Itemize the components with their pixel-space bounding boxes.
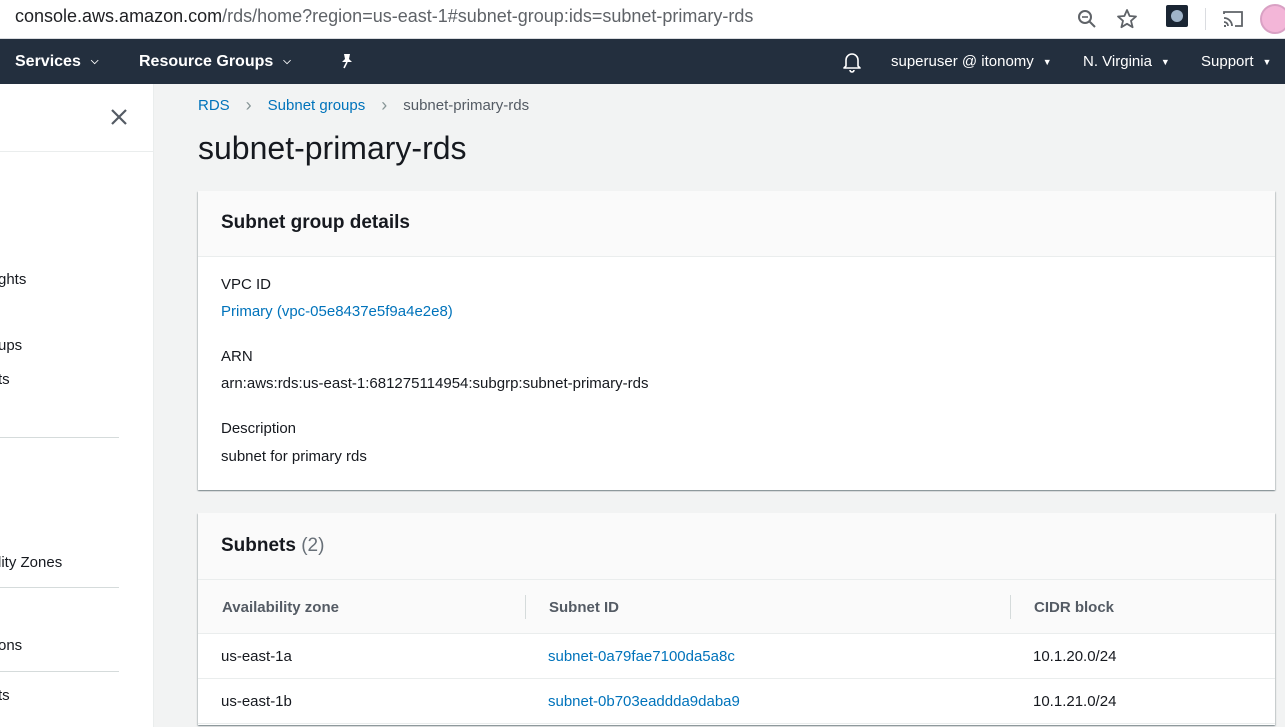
column-divider — [1010, 595, 1011, 619]
close-icon[interactable] — [108, 106, 130, 128]
sidebar-divider — [0, 587, 119, 588]
column-cidr-block[interactable]: CIDR block — [1034, 580, 1114, 634]
sidebar-item[interactable]: ups — [0, 337, 22, 354]
profile-avatar[interactable] — [1260, 4, 1285, 34]
column-availability-zone[interactable]: Availability zone — [222, 580, 339, 634]
sidebar-item[interactable]: ons — [0, 637, 22, 654]
breadcrumb-current: subnet-primary-rds — [403, 97, 530, 114]
account-label: superuser @ itonomy — [891, 53, 1034, 70]
url-field[interactable]: console.aws.amazon.com/rds/home?region=u… — [15, 6, 753, 27]
cell-availability-zone: us-east-1a — [221, 648, 292, 665]
support-menu[interactable]: Support ▼ — [1201, 39, 1271, 84]
table-row: us-east-1a subnet-0a79fae7100da5a8c 10.1… — [198, 634, 1275, 679]
sidebar-item[interactable]: ts — [0, 687, 10, 704]
subnets-title: Subnets (2) — [221, 535, 324, 557]
zoom-icon[interactable] — [1076, 8, 1098, 30]
sidebar: ghts ups ts lity Zones ons ts — [0, 84, 154, 727]
services-menu[interactable]: Services ⌵ — [15, 39, 98, 84]
cell-subnet-id-link[interactable]: subnet-0a79fae7100da5a8c — [548, 634, 735, 679]
extension-icon[interactable] — [1166, 5, 1188, 27]
cell-cidr-block: 10.1.20.0/24 — [1033, 648, 1117, 665]
star-icon[interactable] — [1116, 8, 1138, 30]
chevron-down-icon: ⌵ — [283, 56, 291, 67]
vpc-id-label: VPC ID — [221, 276, 272, 293]
resource-groups-label: Resource Groups — [139, 52, 274, 70]
sidebar-item[interactable]: lity Zones — [0, 554, 62, 571]
subnets-panel-header: Subnets (2) — [198, 513, 1275, 580]
breadcrumb-subnet-groups[interactable]: Subnet groups — [268, 97, 366, 114]
cell-subnet-id-link[interactable]: subnet-0b703eaddda9daba9 — [548, 679, 740, 724]
url-host: console.aws.amazon.com — [15, 6, 223, 26]
subnets-panel: Subnets (2) Availability zone Subnet ID … — [198, 513, 1275, 725]
breadcrumb: RDS › Subnet groups › subnet-primary-rds — [198, 95, 529, 116]
region-label: N. Virginia — [1083, 53, 1152, 70]
subnets-title-text: Subnets — [221, 535, 296, 556]
sidebar-item[interactable]: ts — [0, 371, 10, 388]
chevron-right-icon: › — [245, 95, 252, 115]
arn-value: arn:aws:rds:us-east-1:681275114954:subgr… — [221, 375, 649, 392]
region-menu[interactable]: N. Virginia ▼ — [1083, 39, 1170, 84]
account-menu[interactable]: superuser @ itonomy ▼ — [891, 39, 1052, 84]
page-title: subnet-primary-rds — [198, 130, 467, 166]
arn-label: ARN — [221, 348, 253, 365]
toolbar-divider — [1205, 8, 1206, 30]
sidebar-divider — [0, 671, 119, 672]
cast-icon[interactable] — [1222, 8, 1244, 30]
column-divider — [525, 595, 526, 619]
subnets-count: (2) — [301, 535, 325, 556]
column-subnet-id[interactable]: Subnet ID — [549, 580, 619, 634]
chevron-down-icon: ⌵ — [90, 56, 99, 67]
sidebar-divider — [0, 151, 153, 152]
bell-icon[interactable] — [842, 51, 862, 73]
details-title: Subnet group details — [221, 212, 410, 233]
cell-cidr-block: 10.1.21.0/24 — [1033, 693, 1117, 710]
vpc-id-link[interactable]: Primary (vpc-05e8437e5f9a4e2e8) — [221, 303, 453, 320]
description-value: subnet for primary rds — [221, 448, 367, 465]
caret-down-icon: ▼ — [1262, 56, 1272, 67]
aws-top-nav: Services ⌵ Resource Groups ⌵ superuser @… — [0, 39, 1285, 84]
browser-address-bar: console.aws.amazon.com/rds/home?region=u… — [0, 0, 1285, 39]
cell-availability-zone: us-east-1b — [221, 693, 292, 710]
services-label: Services — [15, 52, 81, 70]
chevron-right-icon: › — [381, 95, 388, 115]
breadcrumb-rds[interactable]: RDS — [198, 97, 230, 114]
details-panel: Subnet group details VPC ID Primary (vpc… — [198, 191, 1275, 490]
sidebar-item[interactable]: ghts — [0, 271, 26, 288]
table-row: us-east-1b subnet-0b703eaddda9daba9 10.1… — [198, 679, 1275, 724]
pin-icon[interactable] — [339, 53, 355, 69]
caret-down-icon: ▼ — [1160, 56, 1170, 67]
description-label: Description — [221, 420, 297, 437]
support-label: Support — [1201, 53, 1254, 70]
table-header: Availability zone Subnet ID CIDR block — [198, 580, 1275, 634]
sidebar-divider — [0, 437, 119, 438]
url-path: /rds/home?region=us-east-1#subnet-group:… — [222, 6, 754, 26]
resource-groups-menu[interactable]: Resource Groups ⌵ — [139, 39, 291, 84]
caret-down-icon: ▼ — [1042, 56, 1052, 67]
details-panel-header: Subnet group details — [198, 191, 1275, 257]
